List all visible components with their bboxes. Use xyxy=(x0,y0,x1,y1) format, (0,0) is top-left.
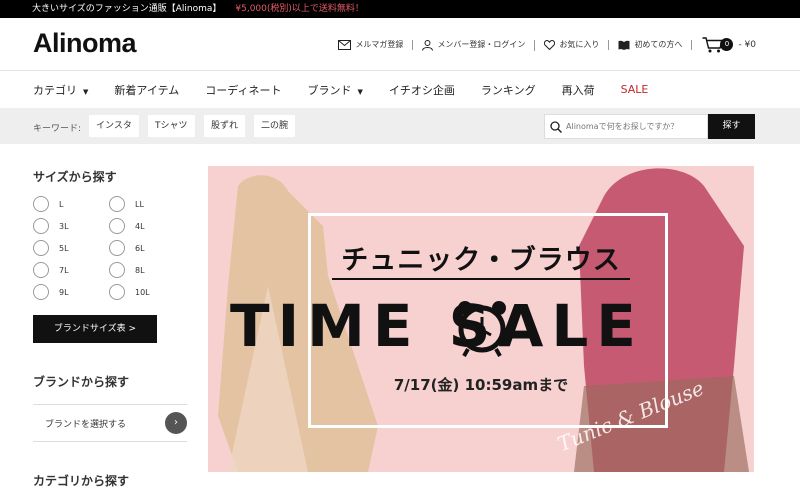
first-time-guide-label: 初めての方へ xyxy=(634,40,683,49)
member-login-label: メンバー登録・ログイン xyxy=(437,40,526,49)
radio-button[interactable] xyxy=(109,262,125,278)
size-label: LL xyxy=(135,199,144,209)
size-option-10l[interactable]: 10L xyxy=(109,284,150,300)
size-option-l[interactable]: L xyxy=(33,196,63,212)
banner-title: チュニック・ブラウス xyxy=(341,245,621,276)
user-icon xyxy=(422,39,434,51)
header-nav: メルマガ登録 メンバー登録・ログイン お気に入り 初めての方へ 0 - ¥0 xyxy=(329,37,756,53)
cart-count-badge: 0 xyxy=(720,37,734,51)
favorites-link[interactable]: お気に入り xyxy=(535,40,610,50)
search-icon xyxy=(550,120,562,133)
mail-icon xyxy=(338,40,352,50)
keyword-tag[interactable]: インスタ xyxy=(89,115,139,137)
site-logo[interactable]: Alinoma xyxy=(33,28,137,59)
size-option-7l[interactable]: 7L xyxy=(33,262,69,278)
radio-button[interactable] xyxy=(33,262,49,278)
radio-button[interactable] xyxy=(33,218,49,234)
size-label: 8L xyxy=(135,265,145,275)
size-label: 3L xyxy=(59,221,69,231)
alarm-clock-icon xyxy=(458,301,506,357)
nav-brand-label: ブランド xyxy=(307,83,352,97)
size-label: 5L xyxy=(59,243,69,253)
top-announcement-bar: 大きいサイズのファッション通販【Alinoma】 ¥5,000(税別)以上で送料無… xyxy=(0,0,800,18)
size-label: 10L xyxy=(135,287,150,297)
book-icon xyxy=(618,40,630,50)
brand-select[interactable]: ブランドを選択する › xyxy=(33,404,187,442)
brand-heading: ブランドから探す xyxy=(33,375,130,389)
nav-coordinate[interactable]: コーディネート xyxy=(205,82,281,98)
search-field xyxy=(544,114,708,139)
time-sale-banner[interactable]: チュニック・ブラウス TIME SALE 7/17(金) 10:59amまで T… xyxy=(208,166,754,472)
nav-new-items[interactable]: 新着アイテム xyxy=(114,82,179,98)
site-header: Alinoma メルマガ登録 メンバー登録・ログイン お気に入り 初めての方へ … xyxy=(0,18,800,70)
cart-button[interactable]: 0 - ¥0 xyxy=(702,37,756,53)
newsletter-label: メルマガ登録 xyxy=(355,40,404,49)
size-option-9l[interactable]: 9L xyxy=(33,284,69,300)
size-label: 7L xyxy=(59,265,69,275)
search-button[interactable]: 探す xyxy=(708,114,755,139)
favorites-label: お気に入り xyxy=(559,40,600,49)
chevron-down-icon: ▼ xyxy=(357,87,363,96)
banner-headline: TIME SALE xyxy=(230,292,644,360)
radio-button[interactable] xyxy=(33,196,49,212)
nav-ranking[interactable]: ランキング xyxy=(481,82,536,98)
size-label: 6L xyxy=(135,243,145,253)
brand-select-label: ブランドを選択する xyxy=(45,419,127,430)
newsletter-link[interactable]: メルマガ登録 xyxy=(329,40,414,50)
banner-title-underline xyxy=(332,278,630,280)
chevron-down-icon: ▼ xyxy=(83,87,89,96)
search-bar: キーワード: インスタ Tシャツ 股ずれ 二の腕 探す xyxy=(0,108,800,144)
size-option-8l[interactable]: 8L xyxy=(109,262,145,278)
nav-sale[interactable]: SALE xyxy=(621,83,649,96)
size-option-5l[interactable]: 5L xyxy=(33,240,69,256)
nav-restock[interactable]: 再入荷 xyxy=(562,82,595,98)
nav-brand[interactable]: ブランド ▼ xyxy=(308,82,363,98)
cart-total: - ¥0 xyxy=(738,40,756,50)
nav-category-label: カテゴリ xyxy=(33,83,77,97)
free-shipping-promo: ¥5,000(税別)以上で送料無料！ xyxy=(235,4,364,14)
radio-button[interactable] xyxy=(109,284,125,300)
size-option-4l[interactable]: 4L xyxy=(109,218,145,234)
keyword-label: キーワード: xyxy=(33,124,82,134)
size-option-ll[interactable]: LL xyxy=(109,196,144,212)
radio-button[interactable] xyxy=(109,218,125,234)
size-label: 9L xyxy=(59,287,69,297)
keyword-tag[interactable]: 二の腕 xyxy=(254,115,296,137)
category-heading: カテゴリから探す xyxy=(33,474,130,488)
radio-button[interactable] xyxy=(33,284,49,300)
keyword-tag[interactable]: 股ずれ xyxy=(204,115,246,137)
nav-featured[interactable]: イチオシ企画 xyxy=(389,82,455,98)
size-option-3l[interactable]: 3L xyxy=(33,218,69,234)
radio-button[interactable] xyxy=(109,240,125,256)
site-tagline: 大きいサイズのファッション通販【Alinoma】 xyxy=(32,4,222,14)
size-heading: サイズから探す xyxy=(33,170,117,184)
first-time-guide-link[interactable]: 初めての方へ xyxy=(609,40,693,50)
brand-size-table-button[interactable]: ブランドサイズ表 > xyxy=(33,315,157,343)
size-label: 4L xyxy=(135,221,145,231)
category-nav: カテゴリ ▼ 新着アイテム コーディネート ブランド ▼ イチオシ企画 ランキング … xyxy=(0,70,800,108)
search-input[interactable] xyxy=(566,122,698,131)
member-login-link[interactable]: メンバー登録・ログイン xyxy=(413,39,536,51)
size-label: L xyxy=(59,199,64,209)
keyword-tag[interactable]: Tシャツ xyxy=(148,115,195,137)
heart-icon xyxy=(544,40,556,50)
size-option-6l[interactable]: 6L xyxy=(109,240,145,256)
nav-category[interactable]: カテゴリ ▼ xyxy=(33,82,88,98)
radio-button[interactable] xyxy=(109,196,125,212)
radio-button[interactable] xyxy=(33,240,49,256)
chevron-right-icon: › xyxy=(165,412,187,434)
